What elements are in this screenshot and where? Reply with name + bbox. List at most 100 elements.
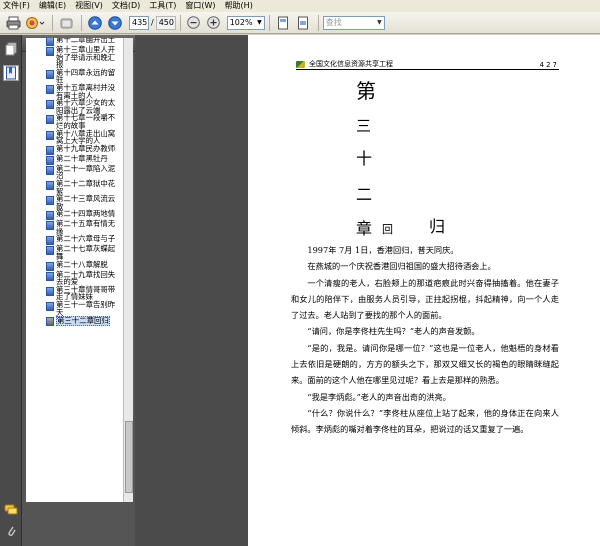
- bookmark-label: 第十六章少女的太阳露出了云端: [56, 98, 116, 115]
- bookmark-icon: [46, 115, 54, 125]
- find-placeholder: 查找: [325, 17, 342, 27]
- fit-width-icon: [297, 16, 308, 29]
- bookmark-label: 第十九章民办教师: [56, 143, 116, 153]
- menu-tools[interactable]: 工具(T): [149, 0, 176, 12]
- bookmark-item[interactable]: 第二十七章灰蝶起舞: [44, 245, 123, 260]
- chevron-down-icon: ▼: [257, 18, 262, 26]
- menu-file[interactable]: 文件(F): [3, 0, 30, 12]
- bookmarks-nav-button[interactable]: [3, 65, 19, 81]
- bookmark-icon: [46, 145, 54, 155]
- toolbar-separator: [81, 14, 82, 31]
- attachments-nav-button[interactable]: [3, 523, 19, 539]
- bookmark-label: 第二十一章陷入泥沼: [56, 163, 116, 181]
- logo-icon: [296, 60, 305, 68]
- bookmark-label: 第十四章永远的留驻: [56, 67, 116, 85]
- print-button[interactable]: [4, 14, 22, 31]
- chapter-title-char: 回: [382, 223, 393, 236]
- bookmark-item[interactable]: 第二十一章陷入泥沼: [44, 163, 123, 181]
- bookmark-icon: [46, 47, 54, 56]
- zoom-select[interactable]: 102% ▼: [226, 15, 265, 30]
- pages-nav-button[interactable]: [3, 41, 19, 57]
- bookmark-item[interactable]: 第十六章少女的太阳露出了云端: [44, 99, 123, 114]
- bookmark-icon: [46, 271, 54, 281]
- bookmark-icon: [46, 130, 54, 140]
- paragraph: “是的，我是。请问你是哪一位？”这也是一位老人，他魁梧的身材看上去依旧是硬朗的，…: [291, 342, 559, 386]
- menu-document[interactable]: 文档(D): [112, 0, 140, 12]
- printer-icon: [6, 16, 20, 29]
- comments-nav-button[interactable]: [3, 502, 19, 518]
- chapter-heading-char: 三: [356, 117, 372, 135]
- bookmark-icon: [46, 211, 54, 221]
- fit-page-icon: [277, 16, 288, 29]
- menu-edit[interactable]: 编辑(E): [39, 0, 66, 12]
- paragraph: “什么？你说什么？”李佟柱从座位上站了起来，他的身体正在向来人倾斜。李炳彪的嘴对…: [291, 407, 559, 435]
- bookmark-item[interactable]: 第三十一章告别昨天: [44, 301, 123, 316]
- toolbar-separator: [317, 14, 319, 31]
- chapter-title-char: 归: [429, 217, 446, 236]
- bookmark-label: 第二十章黑牡丹: [56, 153, 108, 163]
- globe-icon: [26, 16, 45, 29]
- bookmark-label: 第二十六章母与子: [56, 234, 116, 244]
- bookmark-icon: [46, 165, 54, 175]
- page-header: 全国文化信息资源共享工程 427: [296, 58, 559, 70]
- menu-window[interactable]: 窗口(W): [185, 0, 215, 12]
- zoom-out-icon: [187, 16, 201, 29]
- next-page-button[interactable]: [106, 14, 124, 31]
- scroll-mode-button[interactable]: [274, 14, 292, 31]
- scrollbar-thumb[interactable]: [125, 421, 133, 493]
- navigation-strip: [0, 35, 22, 546]
- bookmark-label: 第二十三章风流云散: [56, 194, 116, 211]
- bookmark-icon: [46, 302, 54, 312]
- bookmark-item[interactable]: 第二十二章狱中花絮: [44, 180, 123, 195]
- bookmark-item[interactable]: 第十三章山里人开始了举请示和晚汇报: [44, 46, 123, 69]
- fit-width-button[interactable]: [294, 14, 312, 31]
- page-number-input[interactable]: 435: [129, 15, 149, 30]
- bookmark-icon: [46, 84, 54, 94]
- bookmark-item[interactable]: 第十四章永远的留驻: [44, 67, 123, 85]
- chevron-down-icon: ▼: [377, 18, 382, 26]
- bookmark-icon: [6, 66, 16, 80]
- menu-help[interactable]: 帮助(H): [225, 0, 253, 12]
- bookmark-icon: [46, 69, 54, 79]
- arrow-up-icon: [88, 15, 102, 30]
- bookmarks-scrollbar[interactable]: [123, 38, 133, 502]
- paragraph: 在燕城的一个庆祝香港回归祖国的盛大招待酒会上。: [307, 261, 496, 272]
- toolbar-separator: [179, 14, 181, 31]
- bookmark-item[interactable]: 第十八章走出山窝窝上大学的人: [44, 128, 123, 146]
- bookmark-item[interactable]: 第二十三章风流云散: [44, 195, 123, 210]
- bookmark-item[interactable]: 第三十章情哥哥带走了情妹妹: [44, 285, 123, 301]
- zoom-value: 102%: [229, 17, 253, 27]
- bookmark-label: 第十八章走出山窝窝上大学的人: [56, 128, 116, 146]
- paragraph: “请问，你是李佟柱先生吗？”老人的声音发颤。: [307, 326, 480, 337]
- paragraph: 1997年 7月 1日，香港回归，普天同庆。: [307, 245, 459, 255]
- bookmark-icon: [46, 221, 54, 231]
- bookmark-label: 第十三章山里人开始了举请示和晚汇报: [56, 45, 116, 70]
- comments-icon: [4, 504, 18, 515]
- bookmark-label: 第十七章一段嚼不烂的故事: [56, 113, 116, 130]
- bookmark-label: 第三十二章回归: [56, 316, 110, 326]
- prev-page-button[interactable]: [86, 14, 104, 31]
- bookmark-label: 第二十四章两地情: [56, 209, 116, 219]
- bookmark-item[interactable]: 第十五章离村并没有离土的人: [44, 84, 123, 99]
- pages-icon: [5, 42, 17, 56]
- arrow-down-icon: [108, 15, 122, 30]
- collaborate-button[interactable]: [24, 14, 46, 31]
- bookmark-icon: [46, 196, 54, 206]
- chapter-heading-char: 第: [356, 79, 376, 103]
- bookmarks-list: 第十二章幽开出土 第十三章山里人开始了举请示和晚汇报 第十四章永远的留驻 第十五章离村…: [26, 38, 123, 502]
- zoom-out-button[interactable]: [185, 14, 203, 31]
- bookmark-item[interactable]: 第二十九章找回失去的爱: [44, 270, 123, 286]
- menu-view[interactable]: 视图(V): [75, 0, 103, 12]
- bookmark-item[interactable]: 第三十二章回归: [44, 316, 123, 327]
- bookmark-icon: [46, 246, 54, 256]
- secure-button[interactable]: [57, 14, 75, 31]
- bookmark-label: 第十五章离村并没有离土的人: [56, 82, 116, 100]
- bookmark-item[interactable]: 第十七章一段嚼不烂的故事: [44, 114, 123, 129]
- toolbar-separator: [52, 14, 53, 31]
- bookmark-icon: [46, 180, 54, 190]
- bookmark-label: 第十二章幽开出土: [56, 38, 116, 44]
- bookmark-item[interactable]: 第二十五章有情无缘: [44, 220, 123, 235]
- find-input[interactable]: 查找 ▼: [322, 15, 385, 30]
- zoom-in-button[interactable]: [205, 14, 223, 31]
- chapter-heading-char: 二: [356, 185, 373, 204]
